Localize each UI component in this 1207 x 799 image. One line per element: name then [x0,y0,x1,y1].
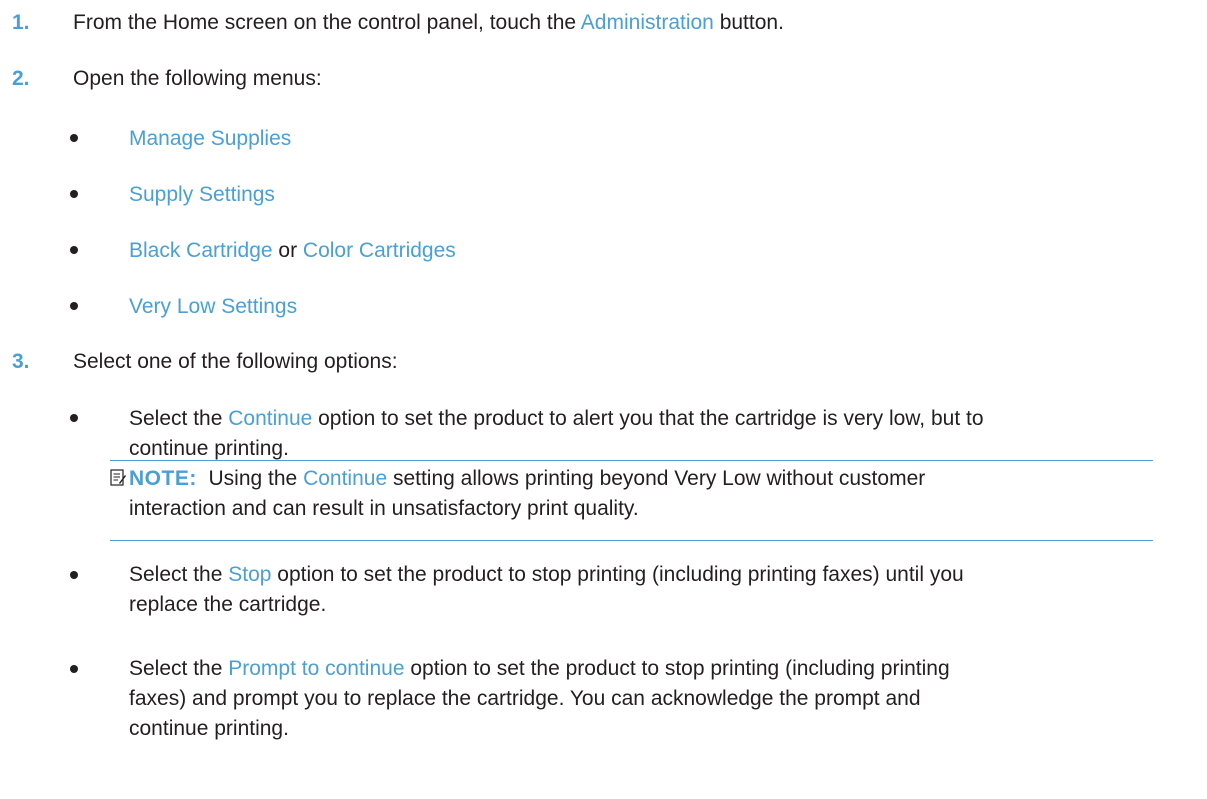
bullet-icon [70,302,82,314]
option-rest: option to set the product to stop printi… [271,563,964,586]
note-continue-link: Continue [303,467,388,490]
option-text: Select the Continue option to set the pr… [129,404,1139,464]
bullet-icon [70,665,82,677]
step-text: Open the following menus: [73,67,322,90]
menu-label: Manage Supplies [129,127,292,150]
note-box: NOTE: Using the Continue setting allows … [110,460,1153,541]
step-text-before: From the Home screen on the control pane… [73,11,581,34]
step-number: 1. [12,11,30,34]
note-rest: setting allows printing beyond Very Low … [387,467,926,490]
black-cartridge-label: Black Cartridge [129,239,273,262]
stop-link: Stop [228,563,272,586]
option-text: Select the Prompt to continue option to … [129,654,1139,744]
note-text: NOTE: Using the Continue setting allows … [129,464,1139,524]
continue-link: Continue [228,407,313,430]
step-text-after: button. [713,11,784,34]
note-line2: interaction and can result in unsatisfac… [129,497,639,520]
step-text: Select one of the following options: [73,350,398,373]
color-cartridges-label: Color Cartridges [302,239,456,262]
menu-label: Supply Settings [129,183,275,206]
option-line2: continue printing. [129,437,289,460]
option-rest: option to set the product to alert you t… [312,407,984,430]
bullet-icon [70,134,82,146]
option-line3: continue printing. [129,717,289,740]
step-number: 3. [12,350,30,373]
note-prefix: Using the [208,467,304,490]
administration-link: Administration [580,11,714,34]
bullet-icon [70,190,82,202]
note-icon [110,469,126,486]
option-text: Select the Stop option to set the produc… [129,560,1139,620]
option-rest: option to set the product to stop printi… [404,657,950,680]
note-label: NOTE: [129,467,197,490]
option-prefix: Select the [129,407,229,430]
menu-label: Very Low Settings [129,295,298,318]
bullet-icon [70,414,82,426]
option-line2: faxes) and prompt you to replace the car… [129,687,921,710]
step-number: 2. [12,67,30,90]
or-joiner: or [272,239,303,262]
step-text: From the Home screen on the control pane… [73,8,784,38]
prompt-to-continue-link: Prompt to continue [228,657,405,680]
bullet-icon [70,571,82,583]
menu-label-group: Black Cartridge or Color Cartridges [129,236,1139,266]
option-prefix: Select the [129,563,229,586]
bullet-icon [70,246,82,258]
option-line2: replace the cartridge. [129,593,327,616]
option-prefix: Select the [129,657,229,680]
